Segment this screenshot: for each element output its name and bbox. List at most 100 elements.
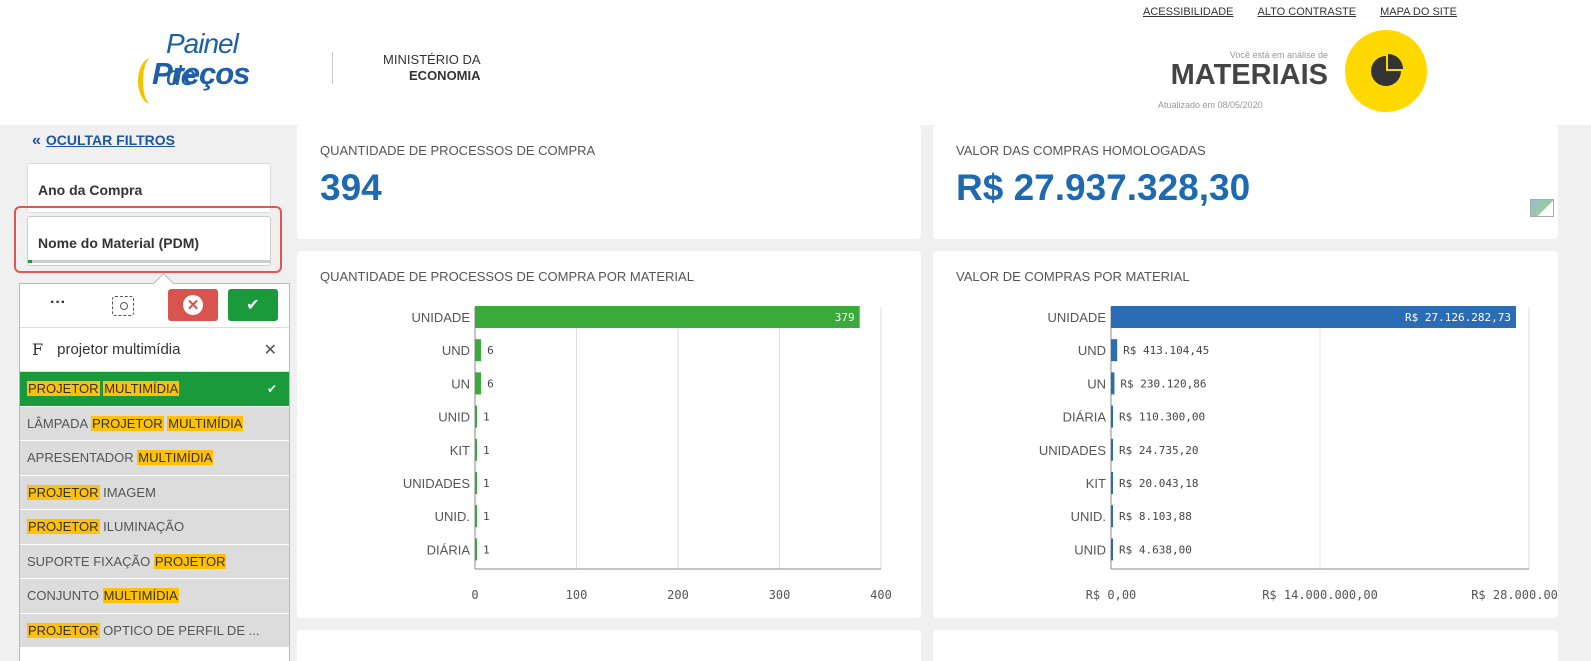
highlighted-match: MULTIMÍDIA: [102, 588, 179, 604]
bar: [475, 405, 477, 428]
data-label: 1: [483, 510, 490, 523]
item-text: ILUMINAÇÃO: [99, 519, 185, 535]
double-chevron-left-icon: «: [32, 132, 41, 149]
category-label: KIT: [1086, 476, 1106, 491]
material-list-item[interactable]: PROJETOR OPTICO DE PERFIL DE ...: [20, 613, 289, 648]
category-label: KIT: [450, 443, 470, 458]
top-links: ACESSIBILIDADE ALTO CONTRASTE MAPA DO SI…: [1143, 6, 1457, 18]
painel-de-precos-logo[interactable]: Painel de Preços: [138, 28, 268, 108]
material-search-input[interactable]: [57, 341, 264, 358]
material-list-item[interactable]: PROJETOR MULTIMÍDIA ✔: [20, 372, 289, 407]
x-tick-label: 400: [870, 588, 892, 602]
x-tick-label: 200: [667, 588, 689, 602]
chart-card-valor: VALOR DE COMPRAS POR MATERIAL R$ 0,00 R$ …: [933, 251, 1558, 618]
bar: [475, 505, 477, 528]
material-search-row: F ✕: [20, 328, 289, 372]
high-contrast-link[interactable]: ALTO CONTRASTE: [1257, 6, 1356, 18]
category-label: UNID.: [1071, 509, 1106, 524]
bar: [1111, 339, 1118, 362]
bar: [475, 372, 482, 395]
kpi-qtd-value: 394: [320, 167, 382, 208]
accessibility-link[interactable]: ACESSIBILIDADE: [1143, 6, 1233, 18]
checkmark-icon: ✔: [246, 297, 260, 314]
bar: [1111, 472, 1113, 494]
ministry-line2: ECONOMIA: [409, 68, 481, 83]
kpi-card-qtd: QUANTIDADE DE PROCESSOS DE COMPRA 394: [297, 125, 921, 239]
search-f-icon: F: [32, 340, 44, 359]
ministry-label: MINISTÉRIO DA ECONOMIA: [383, 52, 481, 84]
data-label: 1: [483, 477, 490, 490]
category-label: UNIDADES: [1039, 443, 1107, 458]
category-label: UNIDADES: [403, 476, 471, 491]
highlighted-match: PROJETOR: [153, 553, 227, 569]
highlighted-match: MULTIMÍDIA: [103, 381, 180, 397]
logo-line2: Preços: [152, 56, 250, 91]
bar: [475, 472, 477, 494]
material-list-item[interactable]: APRESENTADOR MULTIMÍDIA: [20, 441, 289, 476]
analysis-type-button[interactable]: [1345, 30, 1427, 112]
category-label: UNIDADE: [1047, 310, 1106, 325]
material-list-item[interactable]: SUPORTE FIXAÇÃO PROJETOR: [20, 544, 289, 579]
material-list-item[interactable]: LÂMPADA PROJETOR MULTIMÍDIA: [20, 406, 289, 441]
category-label: UN: [451, 376, 470, 391]
data-label: R$ 24.735,20: [1119, 444, 1198, 457]
category-label: UN: [1087, 376, 1106, 391]
bar: [1111, 505, 1113, 528]
category-label: UNIDADE: [411, 310, 470, 325]
highlighted-match: PROJETOR: [27, 381, 100, 397]
item-text: SUPORTE FIXAÇÃO: [27, 553, 154, 569]
data-label: 6: [487, 344, 494, 357]
bar: [475, 339, 482, 362]
data-label: 379: [835, 311, 855, 324]
bar: [475, 306, 860, 328]
category-label: UNID: [438, 410, 470, 425]
broken-image-icon: [1530, 199, 1554, 217]
cancel-selection-button[interactable]: ✕: [168, 289, 218, 321]
more-options-icon[interactable]: ···: [50, 294, 80, 312]
highlighted-match: PROJETOR: [27, 622, 100, 638]
highlight-outline: [14, 206, 282, 273]
header: ACESSIBILIDADE ALTO CONTRASTE MAPA DO SI…: [0, 0, 1591, 125]
analysis-value: MATERIAIS: [1170, 59, 1328, 91]
selection-toolbar: ··· ✕ ✔: [20, 284, 289, 328]
highlighted-match: PROJETOR: [27, 519, 100, 535]
pie-chart-icon: [1371, 54, 1403, 86]
data-label: R$ 110.300,00: [1119, 411, 1205, 424]
highlighted-match: PROJETOR: [91, 415, 164, 431]
x-tick-label: 300: [769, 588, 791, 602]
material-selection-popover: ··· ✕ ✔ F ✕ PROJETOR MULTIMÍDIA ✔ LÂMPADA …: [19, 283, 290, 661]
highlighted-match: PROJETOR: [27, 484, 100, 500]
highlighted-match: MULTIMÍDIA: [137, 450, 214, 466]
kpi-valor-value: R$ 27.937.328,30: [956, 167, 1251, 208]
updated-date: Atualizado em 08/05/2020: [1158, 100, 1263, 110]
sitemap-link[interactable]: MAPA DO SITE: [1380, 6, 1457, 18]
data-label: R$ 413.104,45: [1123, 344, 1209, 357]
item-text: APRESENTADOR: [27, 450, 138, 466]
hide-filters-link[interactable]: «OCULTAR FILTROS: [32, 132, 175, 150]
clear-search-icon[interactable]: ✕: [264, 340, 277, 360]
kpi-valor-title: VALOR DAS COMPRAS HOMOLOGADAS: [956, 143, 1206, 158]
data-label: R$ 8.103,88: [1119, 510, 1192, 523]
data-label: 1: [483, 444, 490, 457]
close-icon: ✕: [183, 295, 203, 315]
category-label: DIÁRIA: [1063, 410, 1107, 425]
x-tick-label: 0: [471, 588, 478, 602]
header-divider: [332, 52, 333, 84]
x-tick-label: R$ 14.000.000,00: [1262, 588, 1378, 602]
selection-tool-icon[interactable]: [112, 295, 134, 316]
data-label: 1: [483, 543, 490, 556]
category-label: UND: [1078, 343, 1106, 358]
category-label: DIÁRIA: [427, 542, 471, 557]
data-label: R$ 4.638,00: [1119, 543, 1192, 556]
item-text: CONJUNTO: [27, 588, 103, 604]
highlighted-match: MULTIMÍDIA: [167, 415, 244, 431]
material-list-item[interactable]: CONJUNTO MULTIMÍDIA: [20, 579, 289, 614]
confirm-selection-button[interactable]: ✔: [228, 289, 278, 321]
material-list-item[interactable]: PROJETOR IMAGEM: [20, 475, 289, 510]
data-label: 1: [483, 411, 490, 424]
next-card-left: [297, 630, 921, 661]
material-list-item[interactable]: PROJETOR ILUMINAÇÃO: [20, 510, 289, 545]
item-text: IMAGEM: [99, 484, 156, 500]
material-list: PROJETOR MULTIMÍDIA ✔ LÂMPADA PROJETOR MUL…: [20, 372, 289, 648]
data-label: R$ 27.126.282,73: [1405, 311, 1511, 324]
